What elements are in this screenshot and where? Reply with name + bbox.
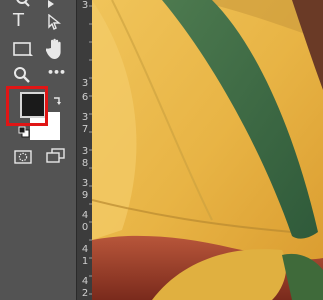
- ruler-label: 4: [81, 244, 89, 255]
- ruler-label: 3: [81, 0, 89, 11]
- ruler-label: 3: [81, 78, 89, 89]
- zoom-tool-icon[interactable]: [13, 66, 31, 84]
- ruler-label: 3: [81, 178, 89, 189]
- path-selection-icon[interactable]: [47, 14, 61, 30]
- ruler-label: 3: [81, 146, 89, 157]
- ruler-label: 3: [81, 112, 89, 123]
- quick-mask-icon[interactable]: [14, 150, 32, 164]
- highlight-box: [6, 86, 48, 126]
- screen-mode-icon[interactable]: [46, 148, 66, 164]
- zoom-partial-icon[interactable]: [14, 0, 32, 8]
- ruler-label: 9: [81, 190, 89, 201]
- hand-tool-icon[interactable]: [46, 38, 66, 60]
- rectangle-tool-icon[interactable]: [13, 42, 33, 56]
- tools-panel: T •••: [0, 0, 76, 300]
- ruler-label: 6: [81, 92, 89, 103]
- ruler-label: 4: [81, 210, 89, 221]
- swap-colors-icon[interactable]: [52, 96, 62, 106]
- document-canvas[interactable]: [92, 0, 323, 300]
- ruler-label: 1: [81, 256, 89, 267]
- tulip-photo: [92, 0, 323, 300]
- more-tools-icon[interactable]: •••: [47, 66, 66, 79]
- ruler-label: 2: [81, 288, 89, 299]
- ruler-label: 7: [81, 124, 89, 135]
- small-arrow-icon: [48, 0, 54, 8]
- default-colors-icon[interactable]: [18, 126, 30, 138]
- type-tool-icon[interactable]: T: [13, 10, 24, 31]
- ruler-label: 4: [81, 276, 89, 287]
- ruler-label: 0: [81, 222, 89, 233]
- vertical-ruler: 3 3 6 3 7 3 8 3 9 4 0 4 1 4 2: [76, 0, 93, 300]
- ruler-label: 8: [81, 158, 89, 169]
